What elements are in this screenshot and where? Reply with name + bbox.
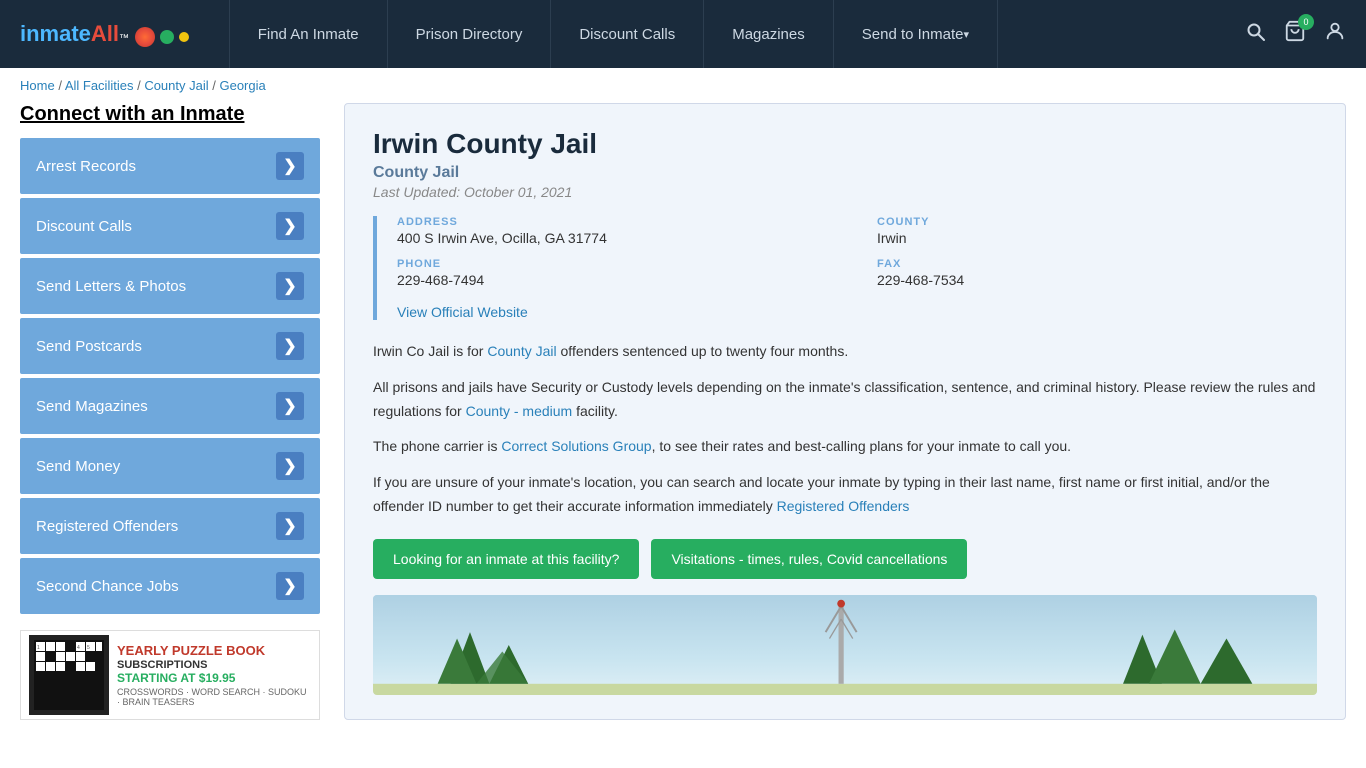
search-icon[interactable] [1246, 22, 1266, 47]
fax-block: FAX 229-468-7534 [877, 258, 1317, 288]
official-website-link[interactable]: View Official Website [397, 304, 528, 320]
arrow-icon: ❯ [276, 512, 304, 540]
arrow-icon: ❯ [276, 572, 304, 600]
action-buttons: Looking for an inmate at this facility? … [373, 539, 1317, 579]
registered-offenders-link[interactable]: Registered Offenders [777, 498, 910, 514]
facility-name: Irwin County Jail [373, 128, 1317, 160]
ad-inner: 1 4 5 YEARLY PUZZLE BOOK SUBSCRIPTIONS S… [21, 631, 319, 719]
cart-count: 0 [1298, 14, 1314, 30]
cart-icon[interactable]: 0 [1284, 20, 1306, 48]
county-block: COUNTY Irwin [877, 216, 1317, 246]
sidebar-item-send-magazines[interactable]: Send Magazines ❯ [20, 378, 320, 434]
sidebar-item-arrest-records[interactable]: Arrest Records ❯ [20, 138, 320, 194]
desc-para1: Irwin Co Jail is for County Jail offende… [373, 340, 1317, 364]
navbar-links: Find An Inmate Prison Directory Discount… [229, 0, 1246, 68]
sidebar-item-discount-calls[interactable]: Discount Calls ❯ [20, 198, 320, 254]
sidebar-item-label: Send Money [36, 458, 120, 475]
facility-description: Irwin Co Jail is for County Jail offende… [373, 340, 1317, 519]
ad-price: STARTING AT $19.95 [117, 671, 311, 685]
nav-discount-calls[interactable]: Discount Calls [551, 0, 704, 68]
sidebar-item-second-chance-jobs[interactable]: Second Chance Jobs ❯ [20, 558, 320, 614]
phone-value: 229-468-7494 [397, 272, 837, 288]
county-value: Irwin [877, 230, 1317, 246]
visitations-button[interactable]: Visitations - times, rules, Covid cancel… [651, 539, 967, 579]
arrow-icon: ❯ [276, 392, 304, 420]
breadcrumb-county-jail[interactable]: County Jail [144, 78, 208, 93]
arrow-icon: ❯ [276, 452, 304, 480]
phone-label: PHONE [397, 258, 837, 270]
site-logo[interactable]: inmateAll™ [20, 21, 189, 47]
breadcrumb-georgia[interactable]: Georgia [219, 78, 265, 93]
nav-send-to-inmate[interactable]: Send to Inmate [834, 0, 998, 68]
ad-banner[interactable]: 1 4 5 YEARLY PUZZLE BOOK SUBSCRIPTIONS S… [20, 630, 320, 720]
svg-text:5: 5 [87, 645, 90, 651]
facility-type: County Jail [373, 164, 1317, 182]
sidebar-item-label: Second Chance Jobs [36, 578, 179, 595]
address-label: ADDRESS [397, 216, 837, 228]
ad-puzzle-icon: 1 4 5 [29, 635, 109, 715]
desc-para4: If you are unsure of your inmate's locat… [373, 471, 1317, 519]
sidebar-item-label: Send Postcards [36, 338, 142, 355]
nav-magazines[interactable]: Magazines [704, 0, 834, 68]
phone-carrier-link[interactable]: Correct Solutions Group [501, 438, 651, 454]
sidebar-title: Connect with an Inmate [20, 103, 320, 126]
navbar-icons: 0 [1246, 20, 1346, 48]
svg-text:4: 4 [77, 645, 80, 651]
arrow-icon: ❯ [276, 152, 304, 180]
content-panel: Irwin County Jail County Jail Last Updat… [344, 103, 1346, 720]
facility-photo [373, 595, 1317, 695]
sidebar-menu: Arrest Records ❯ Discount Calls ❯ Send L… [20, 138, 320, 614]
nav-prison-directory[interactable]: Prison Directory [388, 0, 552, 68]
sidebar-item-send-postcards[interactable]: Send Postcards ❯ [20, 318, 320, 374]
sidebar-item-send-letters-photos[interactable]: Send Letters & Photos ❯ [20, 258, 320, 314]
sidebar: Connect with an Inmate Arrest Records ❯ … [20, 103, 320, 720]
arrow-icon: ❯ [276, 332, 304, 360]
nav-find-inmate[interactable]: Find An Inmate [229, 0, 388, 68]
county-label: COUNTY [877, 216, 1317, 228]
ad-text: YEARLY PUZZLE BOOK SUBSCRIPTIONS STARTIN… [117, 643, 311, 708]
sidebar-item-label: Arrest Records [36, 158, 136, 175]
desc-para3: The phone carrier is Correct Solutions G… [373, 435, 1317, 459]
sidebar-item-label: Send Letters & Photos [36, 278, 186, 295]
breadcrumb-all-facilities[interactable]: All Facilities [65, 78, 134, 93]
navbar: inmateAll™ Find An Inmate Prison Directo… [0, 0, 1366, 68]
website-block: View Official Website [397, 304, 1317, 320]
breadcrumb: Home / All Facilities / County Jail / Ge… [0, 68, 1366, 103]
address-value: 400 S Irwin Ave, Ocilla, GA 31774 [397, 230, 837, 246]
ad-title: YEARLY PUZZLE BOOK [117, 643, 311, 660]
phone-block: PHONE 229-468-7494 [397, 258, 837, 288]
fax-label: FAX [877, 258, 1317, 270]
sidebar-item-registered-offenders[interactable]: Registered Offenders ❯ [20, 498, 320, 554]
sidebar-item-send-money[interactable]: Send Money ❯ [20, 438, 320, 494]
arrow-icon: ❯ [276, 272, 304, 300]
sidebar-item-label: Discount Calls [36, 218, 132, 235]
breadcrumb-home[interactable]: Home [20, 78, 55, 93]
ad-subtitle: SUBSCRIPTIONS [117, 659, 311, 671]
desc-para2: All prisons and jails have Security or C… [373, 376, 1317, 424]
main-layout: Connect with an Inmate Arrest Records ❯ … [0, 103, 1366, 740]
ad-desc: CROSSWORDS · WORD SEARCH · SUDOKU · BRAI… [117, 687, 311, 707]
county-jail-link[interactable]: County Jail [487, 343, 556, 359]
address-block: ADDRESS 400 S Irwin Ave, Ocilla, GA 3177… [397, 216, 837, 246]
sidebar-item-label: Registered Offenders [36, 518, 178, 535]
svg-text:1: 1 [37, 645, 40, 651]
user-icon[interactable] [1324, 20, 1346, 48]
inmate-search-button[interactable]: Looking for an inmate at this facility? [373, 539, 639, 579]
facility-updated: Last Updated: October 01, 2021 [373, 184, 1317, 200]
sidebar-item-label: Send Magazines [36, 398, 148, 415]
arrow-icon: ❯ [276, 212, 304, 240]
fax-value: 229-468-7534 [877, 272, 1317, 288]
county-medium-link[interactable]: County - medium [466, 403, 573, 419]
facility-info-grid: ADDRESS 400 S Irwin Ave, Ocilla, GA 3177… [373, 216, 1317, 320]
